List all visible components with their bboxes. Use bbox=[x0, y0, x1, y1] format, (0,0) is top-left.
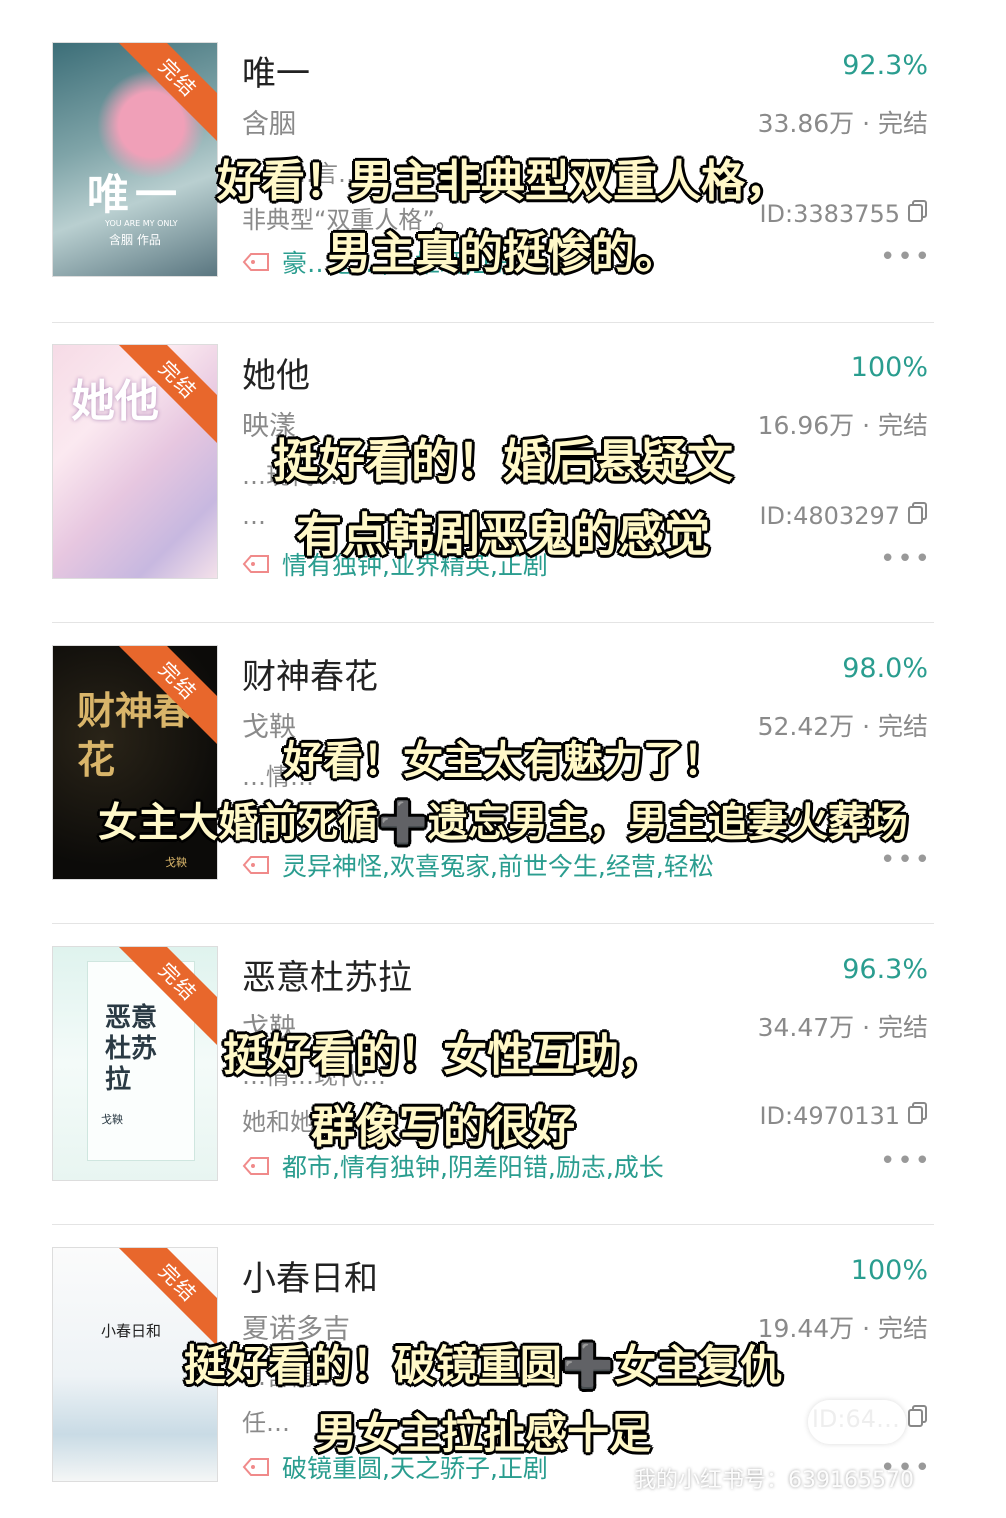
book-tags: 都市,情有独钟,阴差阳错,励志,成长 bbox=[242, 1148, 664, 1184]
book-cover[interactable]: 她他 完结 bbox=[52, 344, 218, 579]
book-author[interactable]: 戈鞅 bbox=[242, 1006, 296, 1045]
rating-percent: 98.0% bbox=[842, 653, 928, 684]
tags-text: 情有独钟,业界精英,正剧 bbox=[282, 551, 548, 580]
word-count-status: 16.96万 · 完结 bbox=[757, 411, 928, 440]
book-category: …现代… bbox=[242, 462, 338, 490]
more-icon[interactable]: ••• bbox=[880, 845, 932, 875]
book-tags: 情有独钟,业界精英,正剧 bbox=[242, 546, 548, 582]
divider bbox=[52, 322, 934, 323]
tag-icon bbox=[242, 251, 270, 273]
word-count-status: 33.86万 · 完结 bbox=[757, 109, 928, 138]
cover-subtitle: YOU ARE MY ONLY bbox=[105, 219, 178, 228]
cover-title: 小春日和 bbox=[101, 1322, 162, 1340]
book-item[interactable]: 唯一 YOU ARE MY ONLY 含胭 作品 完结 唯一 含胭 …剧…言… … bbox=[0, 42, 1006, 342]
book-tags: 灵异神怪,欢喜冤家,前世今生,经营,轻松 bbox=[242, 847, 714, 883]
book-author[interactable]: 含胭 bbox=[242, 102, 296, 141]
book-category: …情…现代… bbox=[242, 1062, 386, 1090]
book-item[interactable]: 财神春花 戈鞅 完结 财神春花 戈鞅 …情… …助… 灵异神怪,欢喜冤家,前世今… bbox=[0, 645, 1006, 945]
rating-percent: 96.3% bbox=[842, 954, 928, 985]
divider bbox=[52, 622, 934, 623]
book-id: ID:4803297 bbox=[759, 502, 928, 530]
book-cover[interactable]: 小春日和 完结 bbox=[52, 1247, 218, 1482]
tag-icon bbox=[242, 553, 270, 575]
book-id-text: ID:4970131 bbox=[759, 1102, 900, 1130]
tag-icon bbox=[242, 854, 270, 876]
tag-icon bbox=[242, 1456, 270, 1478]
word-count-status: 19.44万 · 完结 bbox=[757, 1314, 928, 1343]
cover-author: 戈鞅 bbox=[165, 856, 187, 869]
cover-title: 恶意杜苏拉 bbox=[105, 1003, 158, 1096]
cover-title: 她他 bbox=[71, 376, 159, 427]
tags-text: 灵异神怪,欢喜冤家,前世今生,经营,轻松 bbox=[282, 852, 714, 881]
book-item[interactable]: 她他 完结 她他 映漾 …现代… … 情有独钟,业界精英,正剧 100% 16.… bbox=[0, 344, 1006, 644]
book-title[interactable]: 恶意杜苏拉 bbox=[242, 950, 412, 999]
book-id-text: ID:3383755 bbox=[759, 200, 900, 228]
book-category: …情… bbox=[242, 763, 314, 791]
copy-icon[interactable] bbox=[908, 1102, 928, 1130]
tags-text: 都市,情有独钟,阴差阳错,励志,成长 bbox=[282, 1153, 664, 1182]
book-summary: 非典型“双重人格”。 bbox=[242, 206, 459, 234]
cover-title: 唯一 bbox=[87, 170, 184, 219]
divider bbox=[52, 923, 934, 924]
book-tags: 破镜重圆,天之骄子,正剧 bbox=[242, 1449, 548, 1485]
book-cover[interactable]: 恶意杜苏拉 戈鞅 完结 bbox=[52, 946, 218, 1181]
book-author[interactable]: 映漾 bbox=[242, 404, 296, 443]
copy-icon[interactable] bbox=[908, 200, 928, 228]
book-summary: … bbox=[242, 502, 266, 530]
book-id: ID:3383755 bbox=[759, 200, 928, 228]
book-cover[interactable]: 唯一 YOU ARE MY ONLY 含胭 作品 完结 bbox=[52, 42, 218, 277]
watermark-badge bbox=[808, 1400, 906, 1444]
more-icon[interactable]: ••• bbox=[880, 544, 932, 574]
rating-percent: 100% bbox=[850, 1255, 928, 1286]
word-count-status: 52.42万 · 完结 bbox=[757, 712, 928, 741]
book-cover[interactable]: 财神春花 戈鞅 完结 bbox=[52, 645, 218, 880]
copy-icon[interactable] bbox=[908, 1405, 928, 1433]
book-author[interactable]: 夏诺多吉 bbox=[242, 1307, 350, 1346]
book-author[interactable]: 戈鞅 bbox=[242, 705, 296, 744]
tag-icon bbox=[242, 1155, 270, 1177]
word-count-status: 34.47万 · 完结 bbox=[757, 1013, 928, 1042]
copy-icon[interactable] bbox=[908, 502, 928, 530]
more-icon[interactable]: ••• bbox=[880, 1146, 932, 1176]
book-category: …剧…言… bbox=[242, 160, 362, 188]
book-summary: …助… bbox=[242, 809, 314, 837]
divider bbox=[52, 1224, 934, 1225]
book-id: ID:4970131 bbox=[759, 1102, 928, 1130]
cover-author: 含胭 作品 bbox=[109, 233, 161, 247]
book-summary: 她和她… bbox=[242, 1108, 338, 1136]
book-item[interactable]: 恶意杜苏拉 戈鞅 完结 恶意杜苏拉 戈鞅 …情…现代… 她和她… 都市,情有独钟… bbox=[0, 946, 1006, 1246]
book-tags: 豪…恋…,…推理,正剧 bbox=[242, 244, 523, 280]
tags-text: 破镜重圆,天之骄子,正剧 bbox=[282, 1454, 548, 1483]
book-title[interactable]: 财神春花 bbox=[242, 649, 378, 698]
watermark: 我的小红书号：639165570 bbox=[634, 1468, 914, 1493]
book-title[interactable]: 小春日和 bbox=[242, 1251, 378, 1300]
book-title[interactable]: 唯一 bbox=[242, 46, 310, 95]
rating-percent: 100% bbox=[850, 352, 928, 383]
cover-author: 戈鞅 bbox=[101, 1113, 123, 1126]
book-summary: 任… bbox=[242, 1409, 290, 1437]
book-category: …言情… bbox=[242, 1363, 338, 1391]
tags-text: 豪…恋…,…推理,正剧 bbox=[282, 249, 523, 278]
more-icon[interactable]: ••• bbox=[880, 242, 932, 272]
rating-percent: 92.3% bbox=[842, 50, 928, 81]
book-id-text: ID:4803297 bbox=[759, 502, 900, 530]
book-title[interactable]: 她他 bbox=[242, 348, 310, 397]
completed-ribbon: 完结 bbox=[112, 43, 217, 144]
